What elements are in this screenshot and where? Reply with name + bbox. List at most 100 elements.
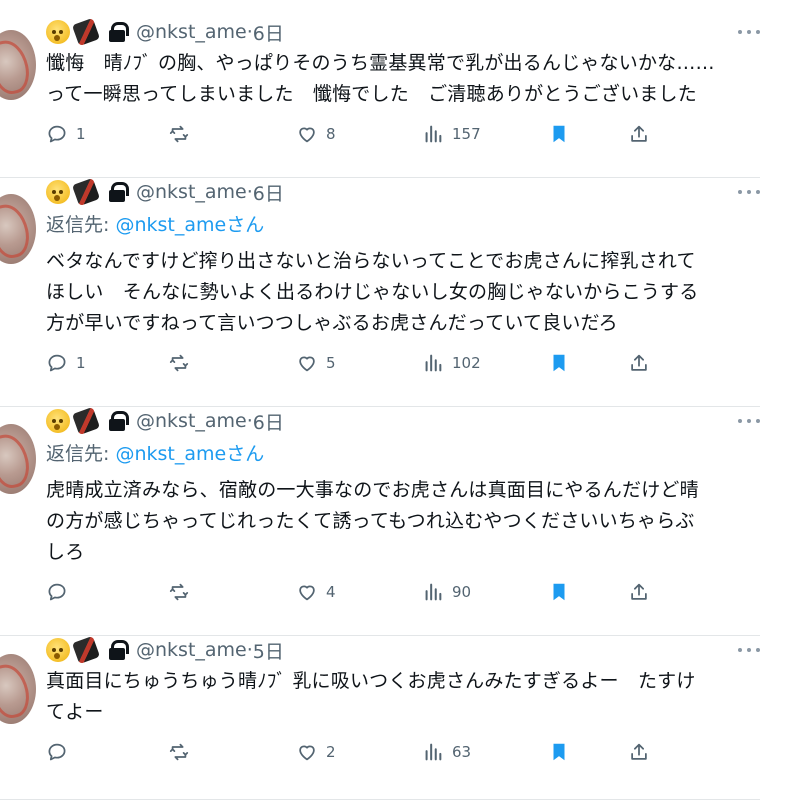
reply-icon [46, 581, 68, 603]
reply-to-handle[interactable]: @nkst_ame [115, 443, 226, 465]
face-emoji-icon [46, 20, 70, 44]
retweet-button[interactable] [168, 580, 198, 604]
view-count: 63 [452, 743, 472, 761]
reply-to-suffix[interactable]: さん [226, 214, 264, 236]
views-icon [422, 123, 444, 145]
views-button[interactable]: 90 [422, 580, 471, 604]
reply-count: 1 [76, 354, 86, 372]
more-options-icon[interactable] [738, 27, 760, 37]
heart-icon [296, 123, 318, 145]
retweet-button[interactable] [168, 351, 198, 375]
retweet-icon [168, 581, 190, 603]
more-dot [756, 190, 760, 194]
bookmark-icon [548, 741, 570, 763]
avatar[interactable] [0, 30, 36, 100]
reply-to-handle[interactable]: @nkst_ame [115, 214, 226, 236]
share-icon [628, 123, 650, 145]
heart-icon [296, 581, 318, 603]
view-count: 157 [452, 125, 481, 143]
tweet: @nkst_ame · 5日真面目にちゅうちゅう晴ﾉﾌﾞ 乳に吸いつくお虎さんみたす… [0, 635, 760, 800]
reply-button[interactable]: 1 [46, 122, 86, 146]
reply-icon [46, 352, 68, 374]
retweet-button[interactable] [168, 740, 198, 764]
reply-button[interactable] [46, 580, 76, 604]
face-emoji-icon [46, 409, 70, 433]
bookmark-icon [548, 581, 570, 603]
views-button[interactable]: 102 [422, 351, 481, 375]
reply-to-suffix[interactable]: さん [226, 443, 264, 465]
tweet-text: ベタなんですけど搾り出さないと治らないってことでお虎さんに搾乳されて ほしい そ… [46, 250, 699, 334]
more-dot [756, 30, 760, 34]
more-dot [747, 419, 751, 423]
lock-icon [108, 639, 129, 661]
bird-emoji-icon [71, 406, 101, 436]
like-button[interactable]: 2 [296, 740, 336, 764]
user-handle[interactable]: @nkst_ame [136, 410, 247, 432]
retweet-button[interactable] [168, 122, 198, 146]
more-options-icon[interactable] [738, 187, 760, 197]
tweet-actions: 1 5 102 [46, 351, 666, 375]
avatar[interactable] [0, 654, 36, 724]
timestamp[interactable]: 6日 [253, 179, 284, 206]
retweet-icon [168, 123, 190, 145]
more-options-icon[interactable] [738, 645, 760, 655]
user-handle[interactable]: @nkst_ame [136, 639, 247, 661]
views-button[interactable]: 63 [422, 740, 471, 764]
like-button[interactable]: 5 [296, 351, 336, 375]
bookmark-button[interactable] [548, 122, 570, 146]
timestamp[interactable]: 6日 [253, 19, 284, 46]
like-count: 5 [326, 354, 336, 372]
reply-to-line: 返信先: @nkst_ameさん [46, 210, 264, 237]
tweet-header: @nkst_ame · 5日 [46, 635, 284, 665]
avatar[interactable] [0, 194, 36, 264]
tweet-actions: 1 8 157 [46, 122, 666, 146]
reply-to-line: 返信先: @nkst_ameさん [46, 439, 264, 466]
timestamp[interactable]: 6日 [253, 408, 284, 435]
user-handle[interactable]: @nkst_ame [136, 181, 247, 203]
like-button[interactable]: 8 [296, 122, 336, 146]
tweet-text: 真面目にちゅうちゅう晴ﾉﾌﾞ 乳に吸いつくお虎さんみたすぎるよー たすけ てよー [46, 670, 696, 723]
more-dot [747, 190, 751, 194]
share-button[interactable] [628, 351, 650, 375]
views-icon [422, 581, 444, 603]
bookmark-button[interactable] [548, 351, 570, 375]
heart-icon [296, 741, 318, 763]
view-count: 102 [452, 354, 481, 372]
bird-emoji-icon [71, 635, 101, 665]
tweet-header: @nkst_ame · 6日 [46, 17, 284, 47]
like-count: 4 [326, 583, 336, 601]
lock-icon [108, 21, 129, 43]
reply-button[interactable]: 1 [46, 351, 86, 375]
share-button[interactable] [628, 740, 650, 764]
like-button[interactable]: 4 [296, 580, 336, 604]
reply-to-label: 返信先: [46, 214, 116, 236]
share-button[interactable] [628, 122, 650, 146]
bookmark-button[interactable] [548, 580, 570, 604]
retweet-icon [168, 352, 190, 374]
avatar[interactable] [0, 424, 36, 494]
lock-icon [108, 410, 129, 432]
bird-emoji-icon [71, 177, 101, 207]
more-options-icon[interactable] [738, 416, 760, 426]
views-button[interactable]: 157 [422, 122, 481, 146]
face-emoji-icon [46, 638, 70, 662]
user-handle[interactable]: @nkst_ame [136, 21, 247, 43]
tweet-text: 懺悔 晴ﾉﾌﾞ の胸、やっぱりそのうち霊基異常で乳が出るんじゃないかな…… って… [46, 52, 715, 105]
bookmark-button[interactable] [548, 740, 570, 764]
more-dot [738, 419, 742, 423]
share-button[interactable] [628, 580, 650, 604]
reply-icon [46, 741, 68, 763]
reply-button[interactable] [46, 740, 76, 764]
timestamp[interactable]: 5日 [253, 637, 284, 664]
reply-icon [46, 123, 68, 145]
more-dot [747, 648, 751, 652]
tweet-actions: 4 90 [46, 580, 666, 604]
bookmark-icon [548, 352, 570, 374]
bird-emoji-icon [71, 17, 101, 47]
tweet-header: @nkst_ame · 6日 [46, 406, 284, 436]
view-count: 90 [452, 583, 472, 601]
tweet-actions: 2 63 [46, 740, 666, 764]
bookmark-icon [548, 123, 570, 145]
face-emoji-icon [46, 180, 70, 204]
share-icon [628, 741, 650, 763]
